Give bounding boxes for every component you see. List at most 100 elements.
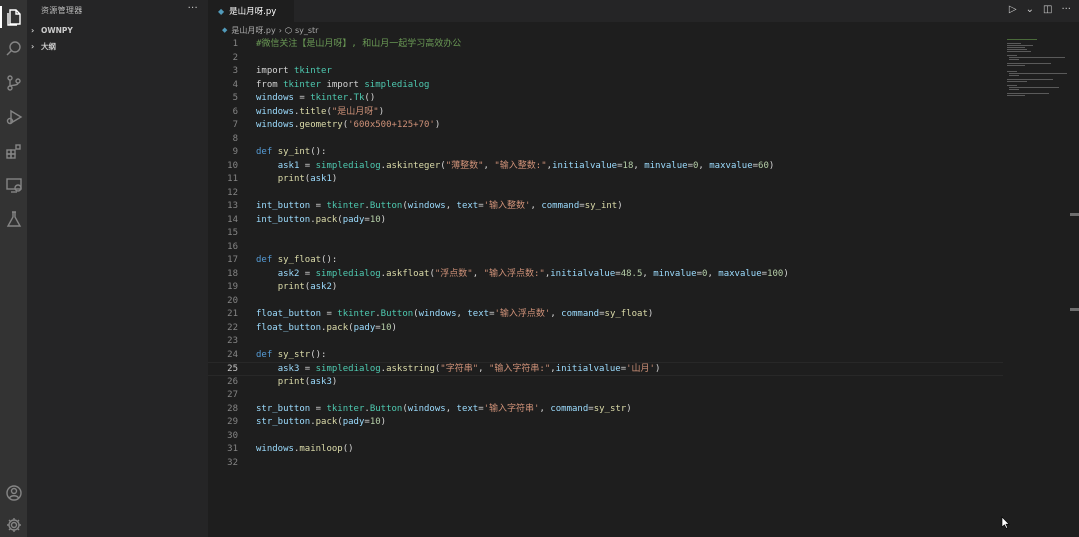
code-token: command	[561, 309, 600, 319]
minimap[interactable]	[1005, 38, 1069, 98]
code-line[interactable]: 6 windows.title("是山月呀")	[208, 106, 1003, 120]
code-token: text	[456, 403, 479, 414]
sidebar-section-outline[interactable]: › 大纲	[27, 38, 208, 54]
breadcrumb-symbol[interactable]: sy_str	[295, 26, 319, 35]
sidebar-section-ownpy[interactable]: › OWNPY	[27, 22, 208, 38]
extensions-icon[interactable]	[0, 136, 27, 166]
code-line[interactable]: 28 str_button = tkinter.Button(windows, t…	[208, 403, 1003, 417]
code-line[interactable]: 7 windows.geometry('600x500+125+70')	[208, 119, 1003, 133]
code-token: ,	[707, 268, 719, 279]
code-line[interactable]: 30	[208, 430, 1003, 444]
code-token: windows	[407, 201, 446, 211]
code-line[interactable]: 17 def sy_float():	[208, 254, 1003, 268]
code-token: )	[626, 403, 632, 414]
code-token: float_button	[256, 309, 322, 319]
code-token: def	[256, 147, 278, 157]
code-line[interactable]: 23	[208, 335, 1003, 349]
code-editor[interactable]: 1 #微信关注【是山月呀】, 和山月一起学习高效办公 2 3 import tkinte…	[208, 38, 1003, 518]
testing-icon[interactable]	[0, 204, 27, 234]
code-token: 48.5	[620, 268, 643, 279]
code-line[interactable]: 16	[208, 241, 1003, 255]
line-number: 32	[227, 457, 238, 468]
run-button[interactable]: ▷	[1009, 4, 1017, 15]
sidebar-more-button[interactable]: ···	[188, 3, 198, 14]
code-line[interactable]: 3 import tkinter	[208, 65, 1003, 79]
source-control-icon[interactable]	[0, 68, 27, 98]
code-token: =	[310, 201, 327, 211]
python-file-icon: ◆	[218, 6, 225, 16]
code-line[interactable]: 19 print(ask2)	[208, 281, 1003, 295]
code-token: )	[783, 268, 789, 279]
code-line[interactable]: 18 ask2 = simpledialog.askfloat("浮点数", "…	[208, 268, 1003, 282]
code-token: windows	[418, 309, 457, 319]
code-line[interactable]: 32	[208, 457, 1003, 471]
tab-label: 是山月呀.py	[229, 7, 277, 17]
code-text: windows.geometry('600x500+125+70')	[256, 119, 440, 133]
code-token: ,	[445, 201, 457, 211]
code-token: sy_float	[604, 309, 648, 319]
code-line[interactable]: 5 windows = tkinter.Tk()	[208, 92, 1003, 106]
more-actions-button[interactable]: ···	[1061, 4, 1071, 15]
code-token: =	[299, 268, 316, 279]
run-menu-chevron-icon[interactable]: ⌄	[1026, 4, 1034, 15]
code-line[interactable]: 20	[208, 295, 1003, 309]
line-number: 9	[232, 147, 238, 157]
code-token: tkinter	[326, 403, 365, 414]
code-line[interactable]: 21 float_button = tkinter.Button(windows,…	[208, 308, 1003, 322]
code-token: maxvalue	[709, 160, 753, 171]
run-debug-icon[interactable]	[0, 102, 27, 132]
code-line[interactable]: 11 print(ask1)	[208, 173, 1003, 187]
code-line[interactable]: 10 ask1 = simpledialog.askinteger("薄整数",…	[208, 160, 1003, 174]
code-line[interactable]: 14 int_button.pack(pady=10)	[208, 214, 1003, 228]
code-text: float_button = tkinter.Button(windows, t…	[256, 308, 653, 322]
code-token: initialvalue	[550, 268, 616, 279]
code-line[interactable]: 29 str_button.pack(pady=10)	[208, 416, 1003, 430]
editor-tab[interactable]: ◆ 是山月呀.py	[208, 0, 294, 22]
gear-icon[interactable]	[0, 510, 27, 537]
code-token: ()	[342, 444, 354, 454]
line-number: 2	[232, 52, 238, 63]
code-line[interactable]: 24 def sy_str():	[208, 349, 1003, 363]
breadcrumb-file[interactable]: 是山月呀.py	[231, 25, 275, 36]
vertical-scrollbar[interactable]	[1070, 38, 1079, 537]
code-line[interactable]: 12	[208, 187, 1003, 201]
code-token: simpledialog	[315, 160, 381, 171]
scrollbar-marker	[1070, 213, 1079, 216]
code-token: ask3	[310, 376, 332, 387]
code-line[interactable]: 31 windows.mainloop()	[208, 443, 1003, 457]
code-text: print(ask3)	[256, 376, 338, 390]
code-token: ,	[530, 201, 542, 211]
code-token: import	[321, 79, 365, 90]
split-editor-button[interactable]: ◫	[1043, 4, 1052, 15]
code-line[interactable]: 4 from tkinter import simpledialog	[208, 79, 1003, 93]
code-token: askstring	[386, 364, 435, 374]
account-icon[interactable]	[0, 478, 27, 508]
code-line[interactable]: 8	[208, 133, 1003, 147]
line-number: 5	[232, 93, 238, 103]
remote-explorer-icon[interactable]	[0, 170, 27, 200]
code-line[interactable]: 15	[208, 227, 1003, 241]
search-icon[interactable]	[0, 34, 27, 64]
code-token: "输入整数:"	[494, 160, 547, 171]
code-token: Button	[369, 201, 403, 211]
sidebar-section-label: OWNPY	[41, 25, 73, 35]
line-number: 11	[227, 174, 238, 184]
line-number: 27	[227, 390, 238, 400]
code-line[interactable]: 27	[208, 389, 1003, 403]
sidebar-header: 资源管理器 ···	[27, 0, 208, 20]
explorer-icon[interactable]	[0, 2, 27, 32]
code-line[interactable]: 9 def sy_int():	[208, 146, 1003, 160]
code-line[interactable]: 1 #微信关注【是山月呀】, 和山月一起学习高效办公	[208, 38, 1003, 52]
code-line[interactable]: 13 int_button = tkinter.Button(windows, t…	[208, 200, 1003, 214]
editor-tab-bar: ◆ 是山月呀.py ▷ ⌄ ◫ ···	[208, 0, 1079, 22]
code-line[interactable]: 2	[208, 52, 1003, 66]
code-token: ask1	[310, 174, 332, 184]
code-line[interactable]: 22 float_button.pack(pady=10)	[208, 322, 1003, 336]
code-line[interactable]: 26 print(ask3)	[208, 376, 1003, 390]
code-line[interactable]: 25 ask3 = simpledialog.askstring("字符串", …	[208, 362, 1003, 376]
code-token: float_button	[256, 322, 322, 333]
code-token: )	[331, 282, 338, 292]
code-token: =	[299, 160, 316, 171]
